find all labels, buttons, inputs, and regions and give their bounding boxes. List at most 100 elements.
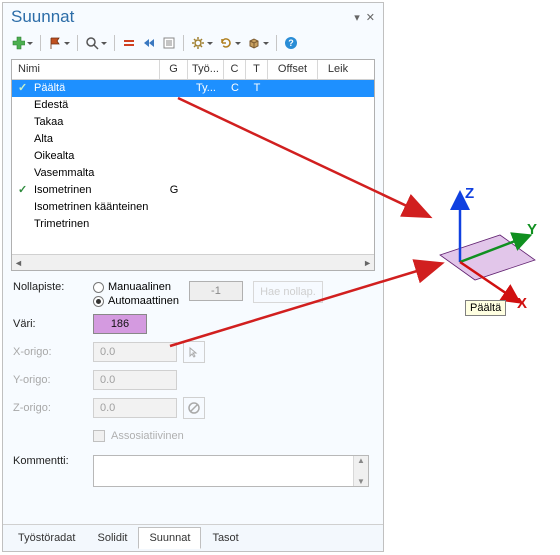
row-name: Päältä bbox=[12, 80, 160, 97]
tab-solidit[interactable]: Solidit bbox=[86, 527, 138, 549]
list-button[interactable] bbox=[160, 35, 178, 51]
row-g bbox=[160, 97, 188, 114]
row-name: Isometrinen käänteinen bbox=[12, 199, 160, 216]
row-t: T bbox=[246, 80, 268, 97]
yorigo-label: Y-origo: bbox=[13, 374, 93, 386]
search-icon bbox=[85, 36, 99, 50]
comment-textarea[interactable]: ▲ ▼ bbox=[93, 455, 369, 487]
col-leik-header[interactable]: Leik bbox=[318, 60, 358, 79]
row-offset bbox=[268, 80, 318, 97]
row-leik bbox=[318, 131, 358, 148]
row-leik bbox=[318, 216, 358, 233]
equals-icon bbox=[122, 36, 136, 50]
bottom-tabs: TyöstöradatSoliditSuunnatTasot bbox=[3, 524, 383, 551]
grid-row[interactable]: Trimetrinen bbox=[12, 216, 374, 233]
row-g bbox=[160, 80, 188, 97]
gear-icon bbox=[191, 36, 205, 50]
row-t bbox=[246, 97, 268, 114]
grid-row[interactable]: IsometrinenG bbox=[12, 182, 374, 199]
box-button[interactable] bbox=[245, 35, 271, 51]
views-grid: Nimi G Työ... C T Offset Leik Päältä Ty..… bbox=[11, 59, 375, 271]
vari-label: Väri: bbox=[13, 318, 93, 330]
row-tyo bbox=[188, 114, 224, 131]
vari-row: Väri: 186 bbox=[13, 313, 373, 335]
radio-auto-label: Automaattinen bbox=[108, 295, 179, 307]
viewport-tooltip: Päältä bbox=[465, 300, 506, 316]
xorigo-value: 0.0 bbox=[93, 342, 177, 362]
search-button[interactable] bbox=[83, 35, 109, 51]
scroll-left-icon[interactable]: ◄ bbox=[14, 258, 23, 268]
col-name-header[interactable]: Nimi bbox=[12, 60, 160, 79]
grid-row[interactable]: Päältä Ty...CT bbox=[12, 80, 374, 97]
row-offset bbox=[268, 131, 318, 148]
row-t bbox=[246, 148, 268, 165]
row-g: G bbox=[160, 182, 188, 199]
col-tyo-header[interactable]: Työ... bbox=[188, 60, 224, 79]
svg-text:?: ? bbox=[288, 38, 294, 48]
tab-tasot[interactable]: Tasot bbox=[201, 527, 249, 549]
equals-button[interactable] bbox=[120, 35, 138, 51]
color-swatch[interactable]: 186 bbox=[93, 314, 147, 334]
row-offset bbox=[268, 165, 318, 182]
row-name: Vasemmalta bbox=[12, 165, 160, 182]
get-zero-button: Hae nollap. bbox=[253, 281, 323, 303]
gear-button[interactable] bbox=[189, 35, 215, 51]
close-icon[interactable]: ✕ bbox=[366, 11, 375, 24]
row-offset bbox=[268, 114, 318, 131]
horizontal-scrollbar[interactable]: ◄ ► bbox=[12, 254, 374, 270]
zorigo-value: 0.0 bbox=[93, 398, 177, 418]
col-c-header[interactable]: C bbox=[224, 60, 246, 79]
grid-row[interactable]: Edestä bbox=[12, 97, 374, 114]
row-tyo: Ty... bbox=[188, 80, 224, 97]
row-leik bbox=[318, 148, 358, 165]
refresh-button[interactable] bbox=[217, 35, 243, 51]
grid-row[interactable]: Alta bbox=[12, 131, 374, 148]
panel-window-controls: ▾ ✕ bbox=[354, 11, 375, 24]
tab-työstöradat[interactable]: Työstöradat bbox=[7, 527, 86, 549]
scroll-right-icon[interactable]: ► bbox=[363, 258, 372, 268]
grid-row[interactable]: Isometrinen käänteinen bbox=[12, 199, 374, 216]
add-button[interactable] bbox=[9, 35, 35, 51]
row-tyo bbox=[188, 199, 224, 216]
row-name: Oikealta bbox=[12, 148, 160, 165]
col-g-header[interactable]: G bbox=[160, 60, 188, 79]
scroll-up-icon[interactable]: ▲ bbox=[357, 456, 365, 465]
row-c: C bbox=[224, 80, 246, 97]
row-g bbox=[160, 114, 188, 131]
radio-auto[interactable]: Automaattinen bbox=[93, 295, 179, 307]
xorigo-label: X-origo: bbox=[13, 346, 93, 358]
grid-row[interactable]: Oikealta bbox=[12, 148, 374, 165]
panel-title: Suunnat bbox=[11, 7, 74, 27]
col-t-header[interactable]: T bbox=[246, 60, 268, 79]
properties-form: Nollapiste: Manuaalinen Automaattinen -1… bbox=[3, 271, 383, 524]
col-offset-header[interactable]: Offset bbox=[268, 60, 318, 79]
separator bbox=[183, 35, 184, 51]
row-offset bbox=[268, 97, 318, 114]
tab-suunnat[interactable]: Suunnat bbox=[138, 527, 201, 549]
row-offset bbox=[268, 148, 318, 165]
rewind-icon bbox=[142, 36, 156, 50]
grid-row[interactable]: Takaa bbox=[12, 114, 374, 131]
row-t bbox=[246, 216, 268, 233]
scroll-down-icon[interactable]: ▼ bbox=[357, 477, 365, 486]
axis-viewport[interactable]: Z Y X bbox=[405, 180, 555, 340]
axis-gizmo: Z Y X bbox=[405, 180, 555, 320]
assoc-label: Assosiatiivinen bbox=[111, 430, 184, 442]
comment-scrollbar[interactable]: ▲ ▼ bbox=[353, 456, 368, 486]
rewind-button[interactable] bbox=[140, 35, 158, 51]
neg1-box: -1 bbox=[189, 281, 243, 301]
row-g bbox=[160, 131, 188, 148]
list-icon bbox=[162, 36, 176, 50]
radio-manual[interactable]: Manuaalinen bbox=[93, 281, 179, 293]
yorigo-value: 0.0 bbox=[93, 370, 177, 390]
radio-icon bbox=[93, 282, 104, 293]
nollapiste-radios: Manuaalinen Automaattinen bbox=[93, 281, 179, 307]
flag-button[interactable] bbox=[46, 35, 72, 51]
separator bbox=[114, 35, 115, 51]
row-g bbox=[160, 165, 188, 182]
dropdown-icon[interactable]: ▾ bbox=[354, 11, 360, 24]
grid-row[interactable]: Vasemmalta bbox=[12, 165, 374, 182]
row-g bbox=[160, 199, 188, 216]
help-button[interactable]: ? bbox=[282, 35, 300, 51]
row-c bbox=[224, 165, 246, 182]
